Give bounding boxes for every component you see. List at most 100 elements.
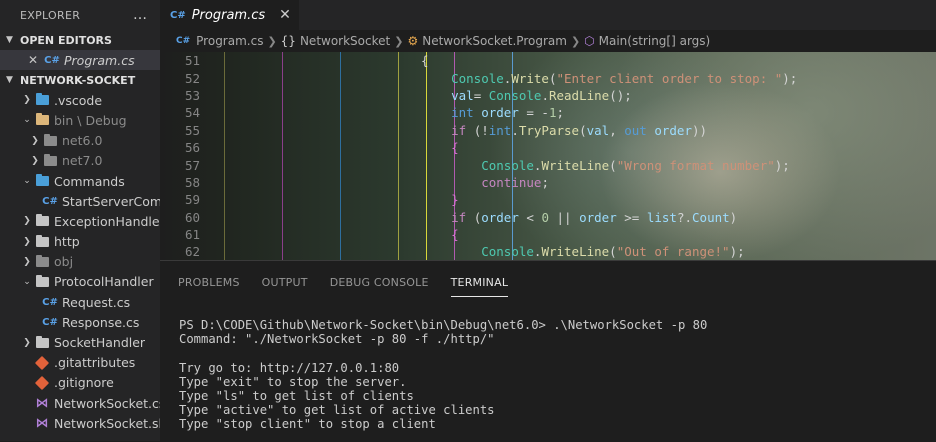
method-icon: ⬡ bbox=[584, 34, 595, 48]
code-line: 59 } bbox=[184, 192, 459, 208]
tree-item-commands[interactable]: ⌄ Commands bbox=[0, 171, 160, 191]
breadcrumb-class[interactable]: NetworkSocket.Program bbox=[422, 34, 567, 48]
folder-open-icon bbox=[34, 174, 50, 188]
close-icon[interactable]: ✕ bbox=[279, 7, 291, 23]
tree-item-net6[interactable]: ❯ net6.0 bbox=[0, 131, 160, 151]
code-line: 60 if (order < 0 || order >= list?.Count… bbox=[184, 209, 738, 225]
folder-open-icon bbox=[34, 113, 50, 127]
csharp-file-icon: C# bbox=[42, 316, 58, 328]
editor-area: C# Program.cs ✕ C# Program.cs ❯ {} Netwo… bbox=[160, 0, 936, 442]
code-line: 62 Console.WriteLine("Out of range!"); bbox=[184, 244, 745, 260]
tree-item-startservercommand[interactable]: C#StartServerCom... bbox=[0, 191, 160, 211]
project-section[interactable]: ▼ NETWORK-SOCKET bbox=[0, 70, 160, 90]
git-icon bbox=[34, 375, 50, 390]
tab-label: Program.cs bbox=[191, 7, 266, 23]
open-editor-label: Program.cs bbox=[64, 52, 135, 68]
chevron-right-icon: ❯ bbox=[570, 34, 581, 48]
git-icon bbox=[34, 355, 50, 370]
tree-item-http[interactable]: ❯ http bbox=[0, 232, 160, 252]
breadcrumb-file[interactable]: Program.cs bbox=[196, 34, 263, 48]
close-icon[interactable]: ✕ bbox=[26, 53, 40, 67]
class-icon: ⚙ bbox=[407, 34, 419, 48]
folder-open-icon bbox=[34, 274, 50, 289]
folder-icon bbox=[34, 335, 50, 350]
folder-icon bbox=[34, 214, 50, 228]
breadcrumb-method[interactable]: Main(string[] args) bbox=[599, 34, 711, 48]
project-label: NETWORK-SOCKET bbox=[20, 73, 136, 87]
tab-output[interactable]: OUTPUT bbox=[262, 276, 308, 297]
breadcrumb-namespace[interactable]: NetworkSocket bbox=[300, 34, 390, 48]
terminal-output[interactable]: PS D:\CODE\Github\Network-Socket\bin\Deb… bbox=[160, 297, 936, 432]
code-line: 56 { bbox=[184, 140, 459, 156]
open-editors-label: OPEN EDITORS bbox=[20, 33, 112, 47]
editor-tabs: C# Program.cs ✕ bbox=[160, 0, 936, 30]
chevron-down-icon: ⌄ bbox=[23, 176, 31, 187]
code-line: 54 int order = -1; bbox=[184, 105, 565, 121]
chevron-right-icon: ❯ bbox=[23, 337, 31, 348]
csharp-file-icon: C# bbox=[176, 36, 191, 46]
chevron-right-icon: ❯ bbox=[23, 95, 31, 106]
tree-item-gitattributes[interactable]: .gitattributes bbox=[0, 353, 160, 373]
code-line: 57 Console.WriteLine("Wrong format numbe… bbox=[184, 157, 790, 173]
tree-item-sln[interactable]: ⋈ NetworkSocket.sln bbox=[0, 413, 161, 433]
tab-terminal[interactable]: TERMINAL bbox=[450, 276, 509, 297]
terminal-line: Type "stop client" to stop a client bbox=[179, 417, 436, 432]
code-line: 55 if (!int.TryParse(val, out order)) bbox=[184, 122, 708, 138]
explorer-header: EXPLORER … bbox=[0, 0, 160, 30]
folder-icon bbox=[34, 93, 50, 107]
chevron-down-icon: ⌄ bbox=[23, 115, 31, 126]
chevron-right-icon: ❯ bbox=[31, 155, 39, 166]
chevron-right-icon: ❯ bbox=[267, 34, 277, 48]
explorer-title: EXPLORER bbox=[20, 8, 81, 22]
tab-problems[interactable]: PROBLEMS bbox=[178, 276, 240, 297]
code-editor[interactable]: 51{ 52 Console.Write("Enter client order… bbox=[160, 52, 936, 260]
csharp-file-icon: C# bbox=[170, 9, 186, 21]
folder-icon bbox=[42, 133, 58, 148]
tree-item-bin-debug[interactable]: ⌄ bin \ Debug bbox=[0, 110, 160, 130]
open-editors-section[interactable]: ▼ OPEN EDITORS bbox=[0, 30, 160, 50]
breadcrumb: C# Program.cs ❯ {} NetworkSocket ❯ ⚙ Net… bbox=[160, 30, 936, 52]
terminal-line: Type "exit" to stop the server. bbox=[179, 374, 407, 389]
chevron-right-icon: ❯ bbox=[23, 256, 31, 267]
braces-icon: {} bbox=[280, 34, 296, 48]
folder-icon bbox=[34, 234, 50, 249]
terminal-line: Type "ls" to get list of clients bbox=[179, 388, 414, 403]
chevron-down-icon: ▼ bbox=[6, 35, 13, 45]
chevron-down-icon: ▼ bbox=[6, 75, 13, 86]
panel-tabs: PROBLEMS OUTPUT DEBUG CONSOLE TERMINAL bbox=[160, 261, 936, 297]
folder-icon bbox=[34, 254, 50, 269]
tree-item-gitignore[interactable]: .gitignore bbox=[0, 373, 160, 393]
terminal-line: PS D:\CODE\Github\Network-Socket\bin\Deb… bbox=[179, 318, 708, 332]
code-line: 58 continue; bbox=[184, 174, 549, 190]
terminal-line: Command: "./NetworkSocket -p 80 -f ./htt… bbox=[179, 332, 495, 347]
chevron-right-icon: ❯ bbox=[394, 34, 404, 48]
more-actions-icon[interactable]: … bbox=[133, 7, 148, 23]
code-line: 53 val= Console.ReadLine(); bbox=[184, 87, 632, 103]
open-editor-item[interactable]: ✕ C# Program.cs bbox=[0, 50, 160, 71]
explorer-sidebar: EXPLORER … ▼ OPEN EDITORS ✕ C# Program.cs… bbox=[0, 0, 160, 441]
csharp-file-icon: C# bbox=[44, 54, 60, 66]
csharp-file-icon: C# bbox=[42, 195, 58, 207]
chevron-right-icon: ❯ bbox=[31, 135, 39, 146]
tree-item-request[interactable]: C# Request.cs bbox=[0, 292, 160, 312]
bottom-panel: PROBLEMS OUTPUT DEBUG CONSOLE TERMINAL P… bbox=[160, 260, 936, 442]
tree-item-vscode[interactable]: ❯ .vscode bbox=[0, 90, 160, 110]
tree-item-sockethandler[interactable]: ❯ SocketHandler bbox=[0, 332, 160, 352]
tree-item-obj[interactable]: ❯ obj bbox=[0, 252, 160, 272]
tab-debug-console[interactable]: DEBUG CONSOLE bbox=[330, 276, 429, 297]
chevron-right-icon: ❯ bbox=[23, 236, 31, 247]
chevron-down-icon: ⌄ bbox=[23, 276, 31, 287]
folder-icon bbox=[42, 153, 58, 168]
tree-item-csproj[interactable]: ⋈NetworkSocket.cs... bbox=[0, 393, 161, 413]
tab-program-cs[interactable]: C# Program.cs ✕ bbox=[160, 0, 299, 30]
terminal-line: Type "active" to get list of active clie… bbox=[179, 403, 495, 418]
chevron-right-icon: ❯ bbox=[23, 216, 31, 227]
tree-item-exceptionhandler[interactable]: ❯ ExceptionHandler bbox=[0, 211, 160, 231]
tree-item-net7[interactable]: ❯ net7.0 bbox=[0, 151, 160, 171]
code-line: 61 { bbox=[184, 227, 459, 243]
visual-studio-icon: ⋈ bbox=[35, 415, 49, 431]
visual-studio-icon: ⋈ bbox=[35, 395, 49, 411]
tree-item-response[interactable]: C# Response.cs bbox=[0, 312, 160, 332]
tree-item-protocolhandler[interactable]: ⌄ ProtocolHandler bbox=[0, 272, 160, 292]
